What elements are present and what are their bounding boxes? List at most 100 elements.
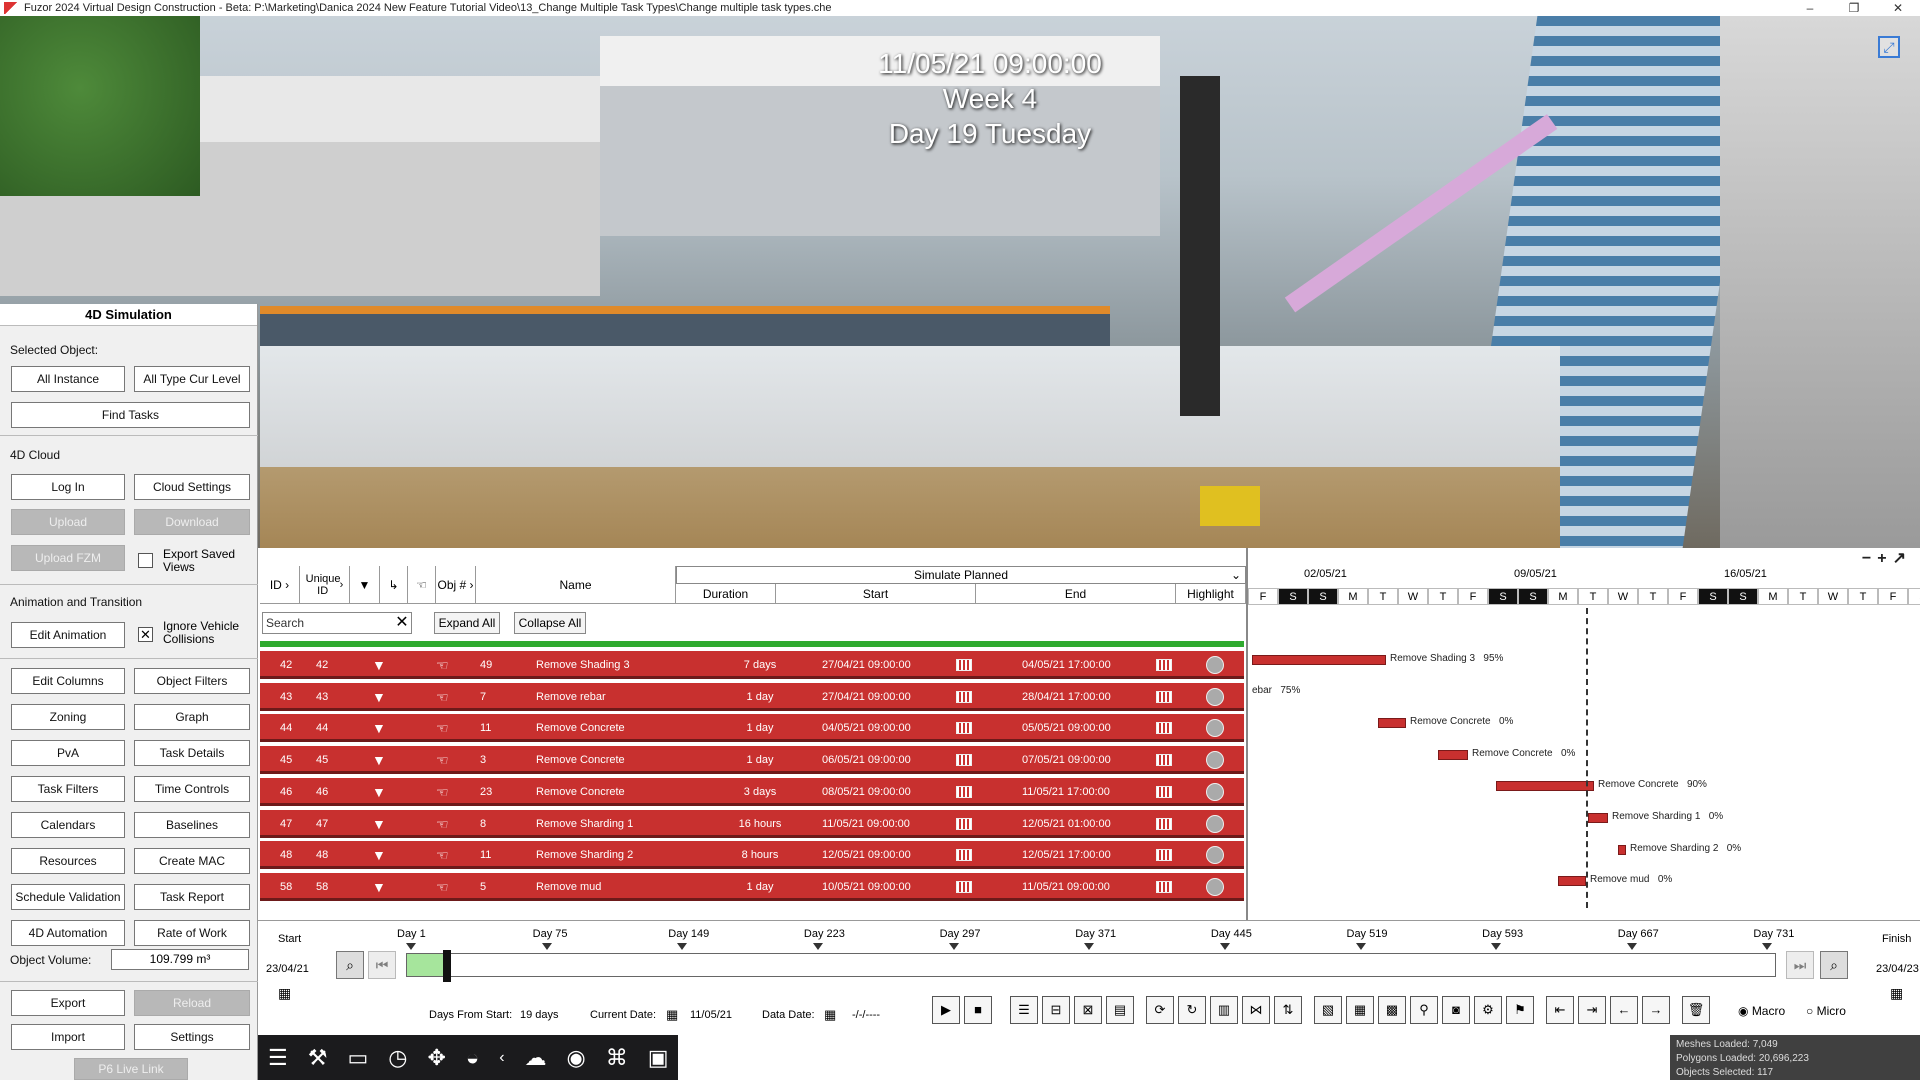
graph-button[interactable]: Graph	[134, 704, 250, 730]
calendar-icon[interactable]	[1156, 849, 1172, 862]
table-row[interactable]: 43 43 ▼ ☜ 7 Remove rebar 1 day 27/04/21 09:00:0…	[260, 682, 1244, 711]
col-name[interactable]: Name	[476, 566, 676, 604]
filter-icon[interactable]: ▼	[372, 720, 386, 736]
task-filters-button[interactable]: Task Filters	[11, 776, 125, 802]
zoom-out-icon[interactable]: −	[1862, 550, 1877, 567]
edit-columns-button[interactable]: Edit Columns	[11, 668, 125, 694]
reload-button[interactable]: Reload	[134, 990, 250, 1016]
hand-icon[interactable]: ☜	[436, 720, 449, 737]
create-mac-button[interactable]: Create MAC	[134, 848, 250, 874]
timeline-slider[interactable]	[406, 950, 1776, 982]
filter-icon[interactable]: ▼	[372, 784, 386, 800]
micro-radio[interactable]: ○ Micro	[1806, 1004, 1846, 1018]
refresh-icon[interactable]: ↻	[1178, 996, 1206, 1024]
collapse-all-button[interactable]: Collapse All	[514, 612, 586, 634]
stop-icon[interactable]: ■	[964, 996, 992, 1024]
hierarchy-icon[interactable]: ⌘	[606, 1045, 628, 1071]
gantt-bar[interactable]	[1378, 718, 1406, 729]
highlight-icon[interactable]	[1206, 656, 1224, 674]
hand-icon[interactable]: ☜	[436, 784, 449, 801]
restore-button[interactable]: ❐	[1832, 1, 1876, 15]
calendar-icon[interactable]	[1156, 754, 1172, 767]
edit-task-icon[interactable]: ⊟	[1042, 996, 1070, 1024]
report-icon[interactable]: ▥	[1210, 996, 1238, 1024]
all-instance-button[interactable]: All Instance	[11, 366, 125, 392]
gantt-bar[interactable]	[1252, 655, 1386, 665]
col-link[interactable]: ↳	[380, 566, 408, 604]
download-button[interactable]: Download	[134, 509, 250, 535]
log-in-button[interactable]: Log In	[11, 474, 125, 500]
macro-radio[interactable]: ◉ Macro	[1738, 1004, 1785, 1018]
people-icon[interactable]: ⚲	[1410, 996, 1438, 1024]
highlight-icon[interactable]	[1206, 751, 1224, 770]
gantt-bar[interactable]	[1438, 749, 1468, 760]
col-select[interactable]: ☜	[408, 566, 436, 604]
table-row[interactable]: 46 46 ▼ ☜ 23 Remove Concrete 3 days 08/05/21 09…	[260, 777, 1244, 806]
col-unique-id[interactable]: Unique ID ›	[300, 566, 350, 604]
hand-icon[interactable]: ☜	[436, 689, 449, 706]
calendar-icon[interactable]	[956, 659, 972, 671]
calendar-icon[interactable]	[1156, 880, 1172, 893]
hand-icon[interactable]: ☜	[436, 879, 449, 896]
eye-icon[interactable]: ◉	[567, 1045, 586, 1071]
table-row[interactable]: 44 44 ▼ ☜ 11 Remove Concrete 1 day 04/05/21 09:…	[260, 714, 1244, 743]
calendar-icon[interactable]	[956, 785, 972, 798]
4d-automation-button[interactable]: 4D Automation	[11, 920, 125, 946]
gantt-bar[interactable]	[1558, 876, 1586, 887]
zoning-button[interactable]: Zoning	[11, 704, 125, 730]
document-icon[interactable]: ▧	[1314, 996, 1342, 1024]
filter-icon[interactable]: ▼	[372, 657, 386, 673]
move-left-icon[interactable]: ←	[1610, 996, 1638, 1024]
calendar-icon[interactable]	[1156, 817, 1172, 830]
gantt-bar[interactable]	[1496, 781, 1594, 792]
export-saved-views-checkbox[interactable]	[138, 553, 153, 568]
calendars-button[interactable]: Calendars	[11, 812, 125, 838]
simulate-planned-select[interactable]: Simulate Planned ⌄	[676, 566, 1246, 584]
skip-forward-icon[interactable]: ⏭	[1786, 951, 1814, 979]
calendar-icon[interactable]	[1156, 690, 1172, 703]
gantt-bar[interactable]	[1618, 844, 1626, 855]
grid-icon[interactable]: ▦	[1346, 996, 1374, 1024]
move-icon[interactable]: ✥	[427, 1045, 445, 1071]
hand-icon[interactable]: ☜	[436, 752, 449, 769]
hand-icon[interactable]: ☜	[436, 657, 449, 674]
highlight-icon[interactable]	[1206, 782, 1224, 801]
gear-icon[interactable]: ⚙	[1474, 996, 1502, 1024]
col-filter[interactable]: ▼	[350, 566, 380, 604]
hand-icon[interactable]: ☜	[436, 816, 449, 833]
skip-back-icon[interactable]: ⏮	[368, 951, 396, 979]
outdent-icon[interactable]: ⇤	[1546, 996, 1574, 1024]
col-highlight[interactable]: Highlight	[1176, 584, 1246, 604]
calendar-icon[interactable]: ▦	[1890, 985, 1903, 1002]
close-icon[interactable]: ✕	[392, 612, 412, 634]
vr-icon[interactable]: ◒	[466, 1045, 479, 1071]
object-filters-button[interactable]: Object Filters	[134, 668, 250, 694]
baselines-button[interactable]: Baselines	[134, 812, 250, 838]
gantt-zoom-tools[interactable]: −+↗	[1862, 548, 1912, 568]
all-type-cur-level-button[interactable]: All Type Cur Level	[134, 366, 250, 392]
table-row[interactable]: 48 48 ▼ ☜ 11 Remove Sharding 2 8 hours 12/05/21…	[260, 841, 1244, 870]
upload-fzm-button[interactable]: Upload FZM	[11, 545, 125, 571]
filter-icon[interactable]: ▼	[372, 816, 386, 832]
calendar-icon[interactable]	[956, 817, 972, 830]
calendar-icon[interactable]	[956, 722, 972, 735]
pva-button[interactable]: PvA	[11, 740, 125, 766]
folder-icon[interactable]: ▭	[347, 1045, 368, 1071]
table-row[interactable]: 58 58 ▼ ☜ 5 Remove mud 1 day 10/05/21 09:00:00 1…	[260, 872, 1244, 901]
col-duration[interactable]: Duration	[676, 584, 776, 604]
export-button[interactable]: Export	[11, 990, 125, 1016]
cloud-settings-button[interactable]: Cloud Settings	[134, 474, 250, 500]
expand-all-button[interactable]: Expand All	[434, 612, 500, 634]
col-end[interactable]: End	[976, 584, 1176, 604]
split-icon[interactable]: ⇅	[1274, 996, 1302, 1024]
zoom-in-icon[interactable]: +	[1877, 550, 1892, 567]
gantt-bar[interactable]	[1588, 813, 1608, 823]
filter-icon[interactable]: ▼	[372, 879, 386, 895]
highlight-icon[interactable]	[1206, 877, 1224, 896]
rate-of-work-button[interactable]: Rate of Work	[134, 920, 250, 946]
task-details-button[interactable]: Task Details	[134, 740, 250, 766]
expand-icon[interactable]: ↗	[1893, 550, 1912, 567]
collapse-arrow-icon[interactable]: ‹	[499, 1049, 504, 1067]
calendar-icon[interactable]	[1156, 722, 1172, 735]
schedule-validation-button[interactable]: Schedule Validation	[11, 884, 125, 910]
